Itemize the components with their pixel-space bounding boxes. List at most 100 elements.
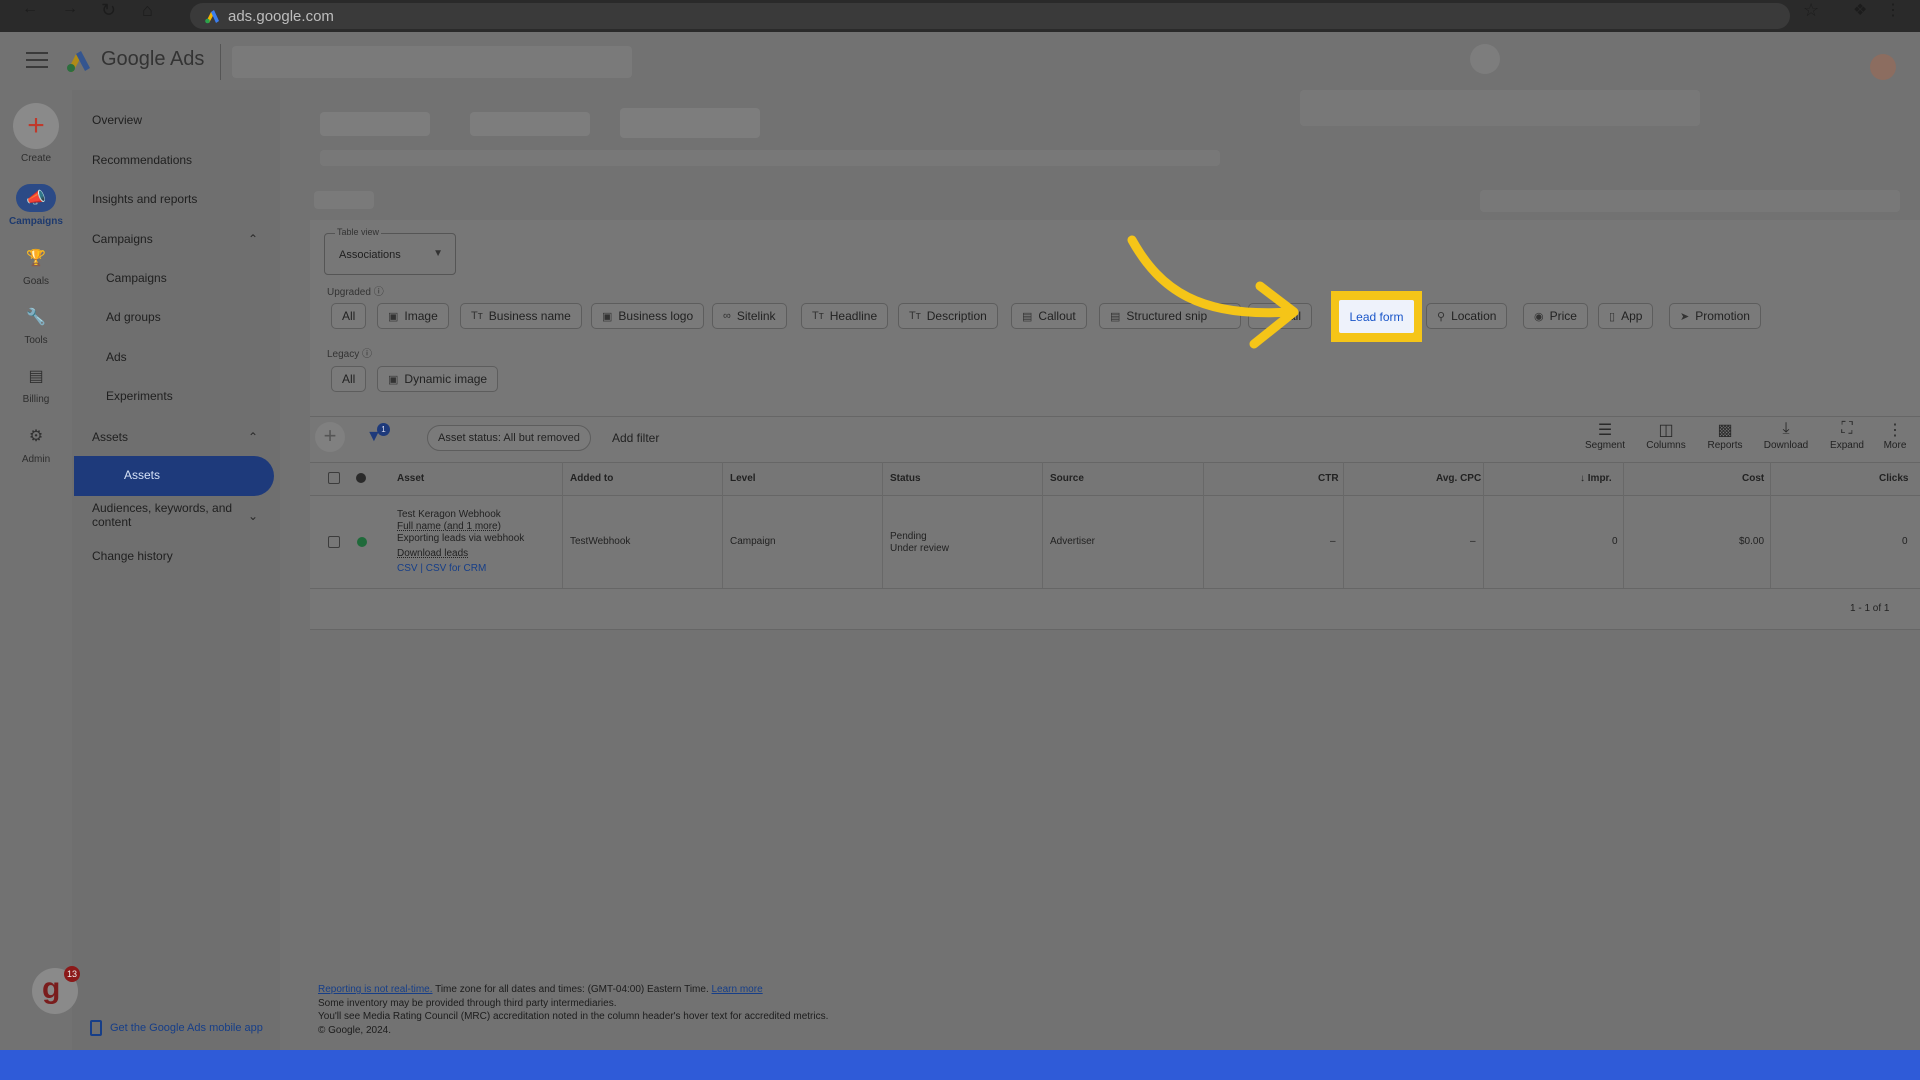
- chip-sitelink[interactable]: ∞ Sitelink: [712, 303, 787, 329]
- help-icon[interactable]: [1470, 44, 1500, 74]
- csv-download-links[interactable]: CSV | CSV for CRM: [397, 563, 486, 574]
- nav-campaigns[interactable]: Campaigns: [106, 271, 167, 285]
- search-bar[interactable]: [232, 46, 632, 78]
- chip-promotion[interactable]: ➤ Promotion: [1669, 303, 1761, 329]
- chip-lead-form[interactable]: Lead form: [1339, 300, 1414, 333]
- chip-label: Sitelink: [736, 309, 776, 323]
- extension-badge-count: 13: [64, 966, 80, 982]
- nav-experiments[interactable]: Experiments: [106, 389, 173, 403]
- chip-app[interactable]: ▯ App: [1598, 303, 1654, 329]
- added-to-cell[interactable]: TestWebhook: [570, 536, 630, 547]
- col-impr[interactable]: ↓ Impr.: [1580, 473, 1612, 484]
- nav-audiences[interactable]: Audiences, keywords, and content: [92, 501, 232, 529]
- chip-business-name[interactable]: Tт Business name: [460, 303, 582, 329]
- plus-icon: +: [13, 103, 59, 149]
- reload-icon[interactable]: ↻: [101, 0, 116, 21]
- col-asset[interactable]: Asset: [397, 473, 424, 484]
- image-icon: ▣: [388, 373, 399, 386]
- nav-insights[interactable]: Insights and reports: [92, 192, 197, 206]
- nav-assets-group[interactable]: Assets: [92, 430, 128, 444]
- rail-create[interactable]: + Create: [0, 103, 72, 164]
- nav-ads[interactable]: Ads: [106, 350, 127, 364]
- url-text: ads.google.com: [228, 7, 334, 25]
- rail-campaigns-label: Campaigns: [9, 216, 63, 227]
- col-added-to[interactable]: Added to: [570, 473, 613, 484]
- rail-tools[interactable]: 🔧 Tools: [0, 303, 72, 346]
- chip-price[interactable]: ◉ Price: [1523, 303, 1588, 329]
- nav-assets[interactable]: Assets: [74, 456, 274, 496]
- nav-recommendations[interactable]: Recommendations: [92, 153, 192, 167]
- chip-image[interactable]: ▣ Image: [377, 303, 449, 329]
- date-range[interactable]: [1300, 90, 1700, 126]
- add-filter-button[interactable]: Add filter: [612, 431, 659, 445]
- chip-label: Description: [926, 309, 987, 323]
- download-leads-label: Download leads: [397, 548, 469, 559]
- more-button[interactable]: ⋮ More: [1868, 420, 1920, 451]
- text-icon: Tт: [909, 310, 921, 322]
- row-checkbox[interactable]: [328, 536, 340, 548]
- nav-ad-groups[interactable]: Ad groups: [106, 310, 161, 324]
- chevron-down-icon[interactable]: ⌄: [248, 509, 258, 523]
- chip-label: Business logo: [618, 309, 694, 323]
- home-icon[interactable]: ⌂: [142, 0, 153, 21]
- table-view-select[interactable]: Table view Associations ▼: [324, 227, 456, 275]
- chip-label: Callout: [1038, 309, 1076, 323]
- wrench-icon: 🔧: [26, 309, 46, 326]
- table-header: [310, 462, 1920, 496]
- asset-status-filter[interactable]: Asset status: All but removed: [427, 425, 591, 451]
- col-source[interactable]: Source: [1050, 473, 1084, 484]
- asset-title[interactable]: Test Keragon Webhook: [397, 509, 501, 520]
- col-clicks[interactable]: Clicks: [1879, 473, 1908, 484]
- chip-callout[interactable]: ▤ Callout: [1011, 303, 1087, 329]
- adgroup-selector[interactable]: [620, 108, 760, 138]
- browser-menu-icon[interactable]: ⋮: [1885, 0, 1901, 20]
- chip-headline[interactable]: Tт Headline: [801, 303, 889, 329]
- chip-location[interactable]: ⚲ Location: [1426, 303, 1508, 329]
- add-asset-plus-icon[interactable]: +: [315, 422, 345, 452]
- extension-logo[interactable]: g 13: [32, 966, 80, 1014]
- back-icon[interactable]: ←: [22, 0, 38, 18]
- rail-campaigns[interactable]: 📣 Campaigns: [0, 184, 72, 227]
- nav-campaigns-group[interactable]: Campaigns: [92, 232, 153, 246]
- bookmark-star-icon[interactable]: ☆: [1803, 0, 1819, 21]
- help-circle-icon[interactable]: ⓘ: [374, 287, 384, 298]
- menu-icon[interactable]: [26, 52, 48, 68]
- download-button[interactable]: ⤓ Download: [1759, 420, 1813, 451]
- megaphone-icon: ➤: [1680, 310, 1690, 323]
- asset-fields[interactable]: Full name (and 1 more): [397, 521, 501, 532]
- learn-more-link[interactable]: Learn more: [712, 984, 763, 995]
- chip-legacy-all[interactable]: All: [331, 366, 367, 392]
- account-selector[interactable]: [320, 112, 430, 136]
- forward-icon[interactable]: →: [62, 0, 78, 18]
- chevron-up-icon[interactable]: ⌃: [248, 232, 258, 246]
- extensions-icon[interactable]: ❖: [1853, 0, 1867, 20]
- col-status[interactable]: Status: [890, 473, 921, 484]
- col-level[interactable]: Level: [730, 473, 756, 484]
- realtime-link[interactable]: Reporting is not real-time.: [318, 984, 433, 995]
- expand-button[interactable]: ⛶ Expand: [1820, 420, 1874, 451]
- col-ctr[interactable]: CTR: [1318, 473, 1339, 484]
- col-avg-cpc[interactable]: Avg. CPC: [1436, 473, 1481, 484]
- page-actions[interactable]: [1480, 190, 1900, 212]
- reports-button[interactable]: ▩ Reports: [1698, 420, 1752, 451]
- rail-billing[interactable]: ▤ Billing: [0, 362, 72, 405]
- nav-overview[interactable]: Overview: [92, 113, 142, 127]
- campaign-selector[interactable]: [470, 112, 590, 136]
- chip-business-logo[interactable]: ▣ Business logo: [591, 303, 705, 329]
- help-circle-icon[interactable]: ⓘ: [362, 349, 372, 360]
- chevron-up-icon[interactable]: ⌃: [248, 430, 258, 444]
- chip-label: Business name: [488, 309, 571, 323]
- segment-button[interactable]: ☰ Segment: [1578, 420, 1632, 451]
- columns-button[interactable]: ◫ Columns: [1639, 420, 1693, 451]
- rail-goals[interactable]: 🏆 Goals: [0, 244, 72, 287]
- avatar[interactable]: [1870, 54, 1896, 80]
- col-cost[interactable]: Cost: [1742, 473, 1764, 484]
- rail-admin[interactable]: ⚙ Admin: [0, 422, 72, 465]
- nav-change-history[interactable]: Change history: [92, 549, 173, 563]
- address-bar[interactable]: ads.google.com: [190, 3, 1790, 29]
- chip-all[interactable]: All: [331, 303, 367, 329]
- mobile-app-link[interactable]: Get the Google Ads mobile app: [110, 1022, 263, 1034]
- chip-dynamic-image[interactable]: ▣ Dynamic image: [377, 366, 499, 392]
- select-all-checkbox[interactable]: [328, 472, 340, 484]
- chip-description[interactable]: Tт Description: [898, 303, 998, 329]
